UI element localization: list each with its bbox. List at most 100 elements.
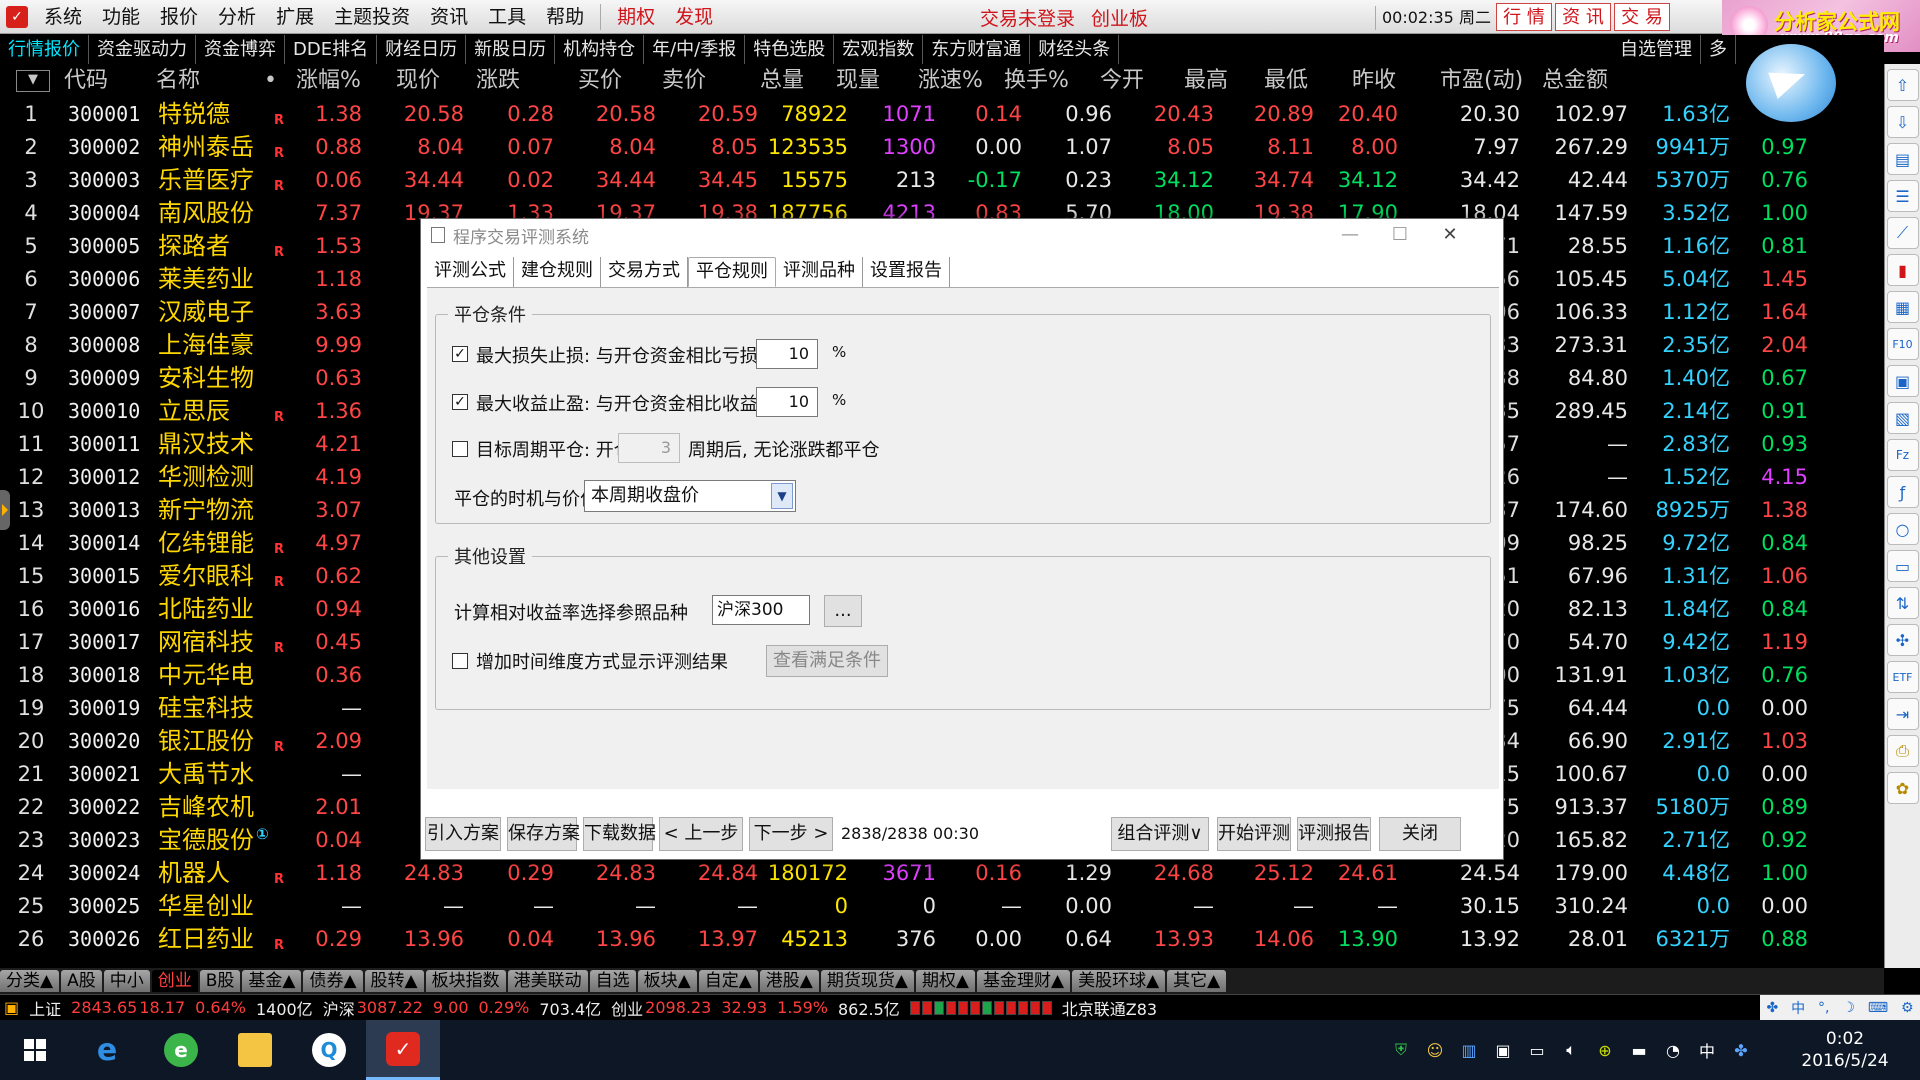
settings-icon[interactable]: ✿ [1886,772,1919,804]
close-icon[interactable]: ✕ [1425,219,1475,251]
start-button[interactable] [0,1020,70,1080]
category-tab[interactable]: 基金理财▲ [977,970,1071,992]
quote-button[interactable]: 行 情 [1496,3,1552,31]
function-tab[interactable]: 财经日历 [377,35,467,64]
report-icon[interactable]: ▤ [1886,143,1919,175]
function-tab[interactable]: DDE排名 [285,35,378,64]
dialog-tab[interactable]: 评测品种 [776,257,863,287]
menu-item[interactable]: 工具 [478,0,536,34]
category-tab[interactable]: 期权▲ [915,970,976,992]
taskbar-qq[interactable]: Q [292,1020,366,1080]
line-chart-icon[interactable]: ⟋ [1886,217,1919,249]
column-menu-icon[interactable]: ▼ [16,70,50,92]
news-icon[interactable]: ▧ [1886,402,1919,434]
menu-item[interactable]: 资讯 [420,0,478,34]
reference-input[interactable]: 沪深300 [712,595,810,625]
ime-lang[interactable]: 中 [1791,998,1805,1018]
table-row[interactable]: 1 300001 特锐德 R 1.38 20.58 0.28 20.58 20.59 78922 1… [0,98,1884,131]
column-header[interactable]: 昨收 [1352,64,1396,98]
function-icon[interactable]: ƒ [1886,476,1919,508]
table-row[interactable]: 3 300003 乐普医疗 R 0.06 34.44 0.02 34.44 34.45 15575… [0,164,1884,197]
column-header[interactable]: 涨跌 [476,64,520,98]
column-header[interactable]: 涨幅% [296,64,361,98]
function-tab[interactable]: 宏观指数 [834,35,924,64]
menu-item[interactable]: 报价 [150,0,208,34]
category-tab[interactable]: 期货现货▲ [820,970,914,992]
function-tab[interactable]: 资金博弈 [196,35,285,64]
category-tab[interactable]: 港美联动 [507,970,588,992]
scatter-icon[interactable]: ✣ [1886,624,1919,656]
trade-login-status[interactable]: 交易未登录 [980,4,1075,31]
column-header[interactable]: 现价 [396,64,440,98]
table-row[interactable]: 24 300024 机器人 R 1.18 24.83 0.29 24.83 24.84 18017… [0,857,1884,890]
function-tab[interactable]: 年/中/季报 [644,35,746,64]
menu-item[interactable]: 扩展 [266,0,324,34]
category-tab[interactable]: 创业 [151,970,198,992]
taskbar-stock-app[interactable]: ✓ [366,1020,440,1080]
function-tab[interactable]: 行情报价 [0,35,89,64]
menu-item-highlight[interactable]: 期权 [607,0,665,34]
time-dimension-checkbox[interactable] [452,653,468,669]
column-header[interactable]: 卖价 [662,64,706,98]
menu-item[interactable]: 帮助 [536,0,594,34]
tab-watchlist-manage[interactable]: 自选管理 [1612,35,1701,64]
function-tab[interactable]: 财经头条 [1030,35,1120,64]
menu-item[interactable]: 分析 [208,0,266,34]
save-plan-button[interactable]: 保存方案 [507,817,580,851]
finance-icon[interactable]: F10 [1886,328,1919,360]
table-icon[interactable]: ▦ [1886,291,1919,323]
category-tab[interactable]: 其它▲ [1167,970,1227,992]
export-icon[interactable]: ⇥ [1886,698,1919,730]
battery-icon[interactable]: ▬ [1628,1039,1650,1061]
dialog-tab[interactable]: 建仓规则 [514,257,601,287]
takeprofit-checkbox[interactable]: ✓ [452,394,468,410]
ime-paw-icon[interactable]: ✤ [1766,1000,1778,1016]
evaluation-report-button[interactable]: 评测报告 [1297,817,1371,851]
dialog-tab[interactable]: 设置报告 [863,257,950,287]
arrow-up-icon[interactable]: ⇧ [1886,69,1919,101]
category-tab[interactable]: 板块▲ [637,970,697,992]
function-tab[interactable]: 资金驱动力 [89,35,196,64]
dialog-title-bar[interactable]: 程序交易评测系统 — ☐ ✕ [421,219,1503,251]
column-header[interactable]: 买价 [578,64,622,98]
list-icon[interactable]: ☰ [1886,180,1919,212]
category-tab[interactable]: 债券▲ [303,970,363,992]
dialog-tab[interactable]: 评测公式 [427,257,514,287]
dialog-tab[interactable]: 平仓规则 [688,257,776,287]
volume-icon[interactable]: 🔈︎ [1560,1039,1582,1061]
category-tab[interactable]: 自选 [589,970,636,992]
smiley-icon[interactable]: ☺ [1424,1039,1446,1061]
import-plan-button[interactable]: 引入方案 [425,817,501,851]
close-button[interactable]: 关闭 [1379,817,1461,851]
previous-step-button[interactable]: < 上一步 [659,817,743,851]
category-tab[interactable]: 分类▲ [0,970,60,992]
display-icon[interactable]: ▭ [1526,1039,1548,1061]
shield-icon[interactable]: ⛨ [1390,1039,1412,1061]
column-header[interactable]: • [264,64,277,98]
network-monitor-icon[interactable]: ▥ [1458,1039,1480,1061]
function-tab[interactable]: 特色选股 [745,35,835,64]
printer-icon[interactable]: ⎙ [1886,735,1919,767]
timing-select[interactable]: 本周期收盘价 ▼ [584,480,796,512]
arrow-down-icon[interactable]: ⇩ [1886,106,1919,138]
taskbar-clock[interactable]: 0:02 2016/5/24 [1780,1028,1910,1072]
stoploss-checkbox[interactable]: ✓ [452,346,468,362]
ime-paw-tray-icon[interactable]: ✤ [1730,1039,1752,1061]
candlestick-icon[interactable]: ▮ [1886,254,1919,286]
taskbar-explorer[interactable] [218,1020,292,1080]
taskbar-browser[interactable]: e [144,1020,218,1080]
reference-browse-button[interactable]: ... [824,595,862,627]
menu-item[interactable]: 系统 [34,0,92,34]
category-tab[interactable]: A股 [61,970,102,992]
wifi-icon[interactable]: ◔ [1662,1039,1684,1061]
category-tab[interactable]: 基金▲ [242,970,302,992]
formula-icon[interactable]: Fz [1886,439,1919,471]
category-tab[interactable]: 港股▲ [759,970,819,992]
server-connection[interactable]: 北京联通Z83 [1062,996,1157,1020]
column-header[interactable]: 现量 [836,64,880,98]
category-tab[interactable]: 板块指数 [425,970,506,992]
green-plus-icon[interactable]: ⊕ [1594,1039,1616,1061]
category-tab[interactable]: 自定▲ [698,970,758,992]
start-evaluation-button[interactable]: 开始评测 [1217,817,1291,851]
ime-keyboard-icon[interactable]: ⌨ [1868,1000,1888,1016]
